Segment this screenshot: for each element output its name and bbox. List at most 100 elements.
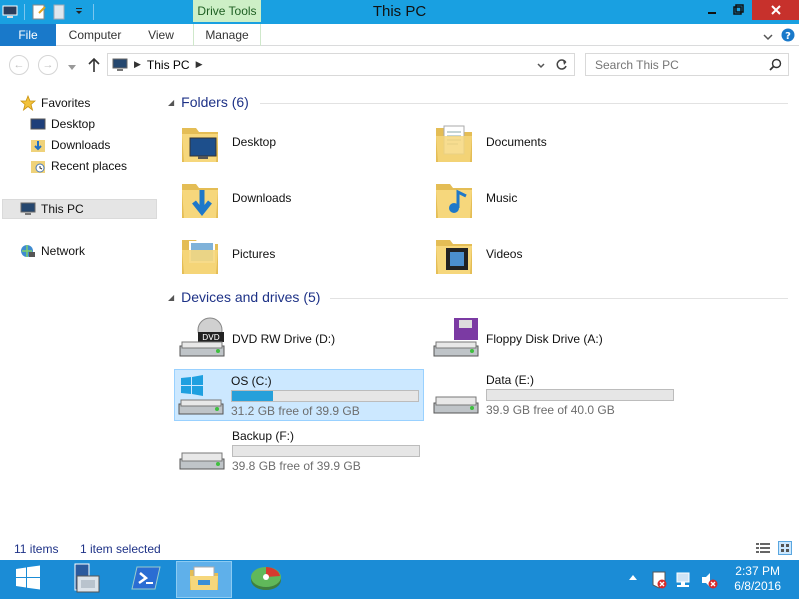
hard-drive-icon [178,429,228,473]
clock[interactable]: 2:37 PM 6/8/2016 [734,564,781,594]
help-icon[interactable]: ? [781,28,795,45]
drive-dvd-d[interactable]: DVD DVD RW Drive (D:) [176,312,426,364]
drive-floppy-a[interactable]: Floppy Disk Drive (A:) [430,312,680,364]
folder-label: Desktop [232,135,277,149]
navigation-pane: Favorites Desktop Downloads Recent place… [0,86,160,536]
sidebar-item-label: Network [41,244,86,258]
clock-time: 2:37 PM [735,564,780,578]
sidebar-item-label: Downloads [51,138,111,152]
ribbon-controls: ? [763,28,795,45]
forward-button[interactable]: → [38,55,58,75]
windows-drive-icon [177,374,227,418]
up-button[interactable] [87,57,101,76]
server-manager-button[interactable] [56,561,112,598]
details-view-icon[interactable] [756,542,770,557]
folder-music[interactable]: Music [432,172,517,224]
start-button[interactable] [0,561,56,598]
breadcrumb-this-pc[interactable]: This PC [147,58,190,72]
sidebar-item-favorites[interactable]: Favorites [19,93,91,113]
sidebar-item-downloads[interactable]: Downloads [30,135,110,155]
search-icon[interactable] [769,58,782,74]
chevron-right-icon[interactable]: ▶ [196,59,203,70]
explorer-window: Drive Tools This PC File Computer View M… [0,0,799,560]
properties-icon[interactable] [31,4,47,20]
sidebar-item-desktop[interactable]: Desktop [30,114,95,134]
taskbar: 2:37 PM 6/8/2016 [0,560,799,599]
ribbon-tabs: File Computer View Manage ? [0,24,799,46]
folder-downloads[interactable]: Downloads [178,172,291,224]
app-button[interactable] [238,561,294,598]
arrow-left-icon: ← [13,59,25,71]
folder-label: Pictures [232,247,276,261]
chevron-down-icon[interactable] [537,61,545,72]
sidebar-item-label: Favorites [41,96,91,110]
sidebar-item-this-pc[interactable]: This PC [20,199,84,219]
devices-group-title: Devices and drives (5) [181,289,321,305]
drive-name: Backup (F:) [232,429,295,443]
qat-separator [93,4,94,20]
refresh-icon[interactable] [555,58,568,74]
selected-count: 1 item selected [80,542,161,556]
folder-pictures[interactable]: Pictures [178,228,275,280]
drive-os-c[interactable]: OS (C:) 31.2 GB free of 39.9 GB [174,369,424,421]
drive-usage-bar [486,389,674,401]
file-explorer-button[interactable] [176,561,232,598]
tab-manage[interactable]: Manage [193,24,261,46]
address-bar[interactable]: ▶ This PC ▶ [107,53,575,76]
powershell-button[interactable] [118,561,174,598]
computer-icon [2,4,18,20]
chevron-right-icon[interactable]: ▶ [134,59,141,70]
drive-usage-bar [232,445,420,457]
search-input[interactable] [586,54,756,75]
downloads-folder-icon [178,174,226,222]
collapse-triangle-icon[interactable]: ◢ [168,98,174,107]
search-box[interactable] [585,53,789,76]
network-status-icon[interactable] [675,571,691,587]
sidebar-item-recent-places[interactable]: Recent places [30,156,127,176]
item-count: 11 items [14,542,59,556]
maximize-button[interactable] [725,0,751,20]
pictures-folder-icon [178,230,226,278]
drive-free-space: 39.8 GB free of 39.9 GB [232,459,361,473]
folder-label: Downloads [232,191,292,205]
folder-label: Music [486,191,518,205]
drive-data-e[interactable]: Data (E:) 39.9 GB free of 40.0 GB [430,369,680,421]
folder-label: Documents [486,135,547,149]
expand-ribbon-icon[interactable] [763,30,773,44]
star-icon [19,94,37,112]
title-bar: Drive Tools This PC [0,0,799,24]
windows-logo-icon [15,565,41,594]
drive-name: OS (C:) [231,374,272,388]
minimize-button[interactable] [699,0,725,20]
back-button[interactable]: ← [9,55,29,75]
folders-group-header[interactable]: ◢ Folders (6) [168,94,788,110]
sidebar-item-label: This PC [41,202,84,216]
volume-muted-icon[interactable] [700,571,718,589]
drive-usage-fill [232,391,273,401]
show-hidden-icons-icon[interactable] [627,572,643,588]
action-center-icon[interactable] [650,571,667,589]
tab-computer[interactable]: Computer [56,24,134,46]
videos-folder-icon [432,230,480,278]
recent-locations-button[interactable] [68,60,76,74]
clock-date: 6/8/2016 [734,579,781,593]
chevron-down-icon[interactable] [71,4,87,20]
drive-backup-f[interactable]: Backup (F:) 39.8 GB free of 39.9 GB [176,425,426,477]
folder-desktop[interactable]: Desktop [178,116,276,168]
devices-group-header[interactable]: ◢ Devices and drives (5) [168,289,788,305]
drive-usage-bar [231,390,419,402]
new-folder-icon[interactable] [51,4,67,20]
sidebar-item-network[interactable]: Network [20,241,85,261]
tab-file[interactable]: File [0,24,56,46]
hard-drive-icon [432,373,482,417]
folder-videos[interactable]: Videos [432,228,522,280]
svg-text:?: ? [785,31,791,42]
collapse-triangle-icon[interactable]: ◢ [168,293,174,302]
folder-documents[interactable]: Documents [432,116,547,168]
file-explorer-icon [188,564,220,595]
close-button[interactable] [752,0,799,20]
powershell-icon [131,565,161,594]
tab-view[interactable]: View [134,24,188,46]
computer-icon [112,58,128,72]
tiles-view-icon[interactable] [778,541,792,558]
